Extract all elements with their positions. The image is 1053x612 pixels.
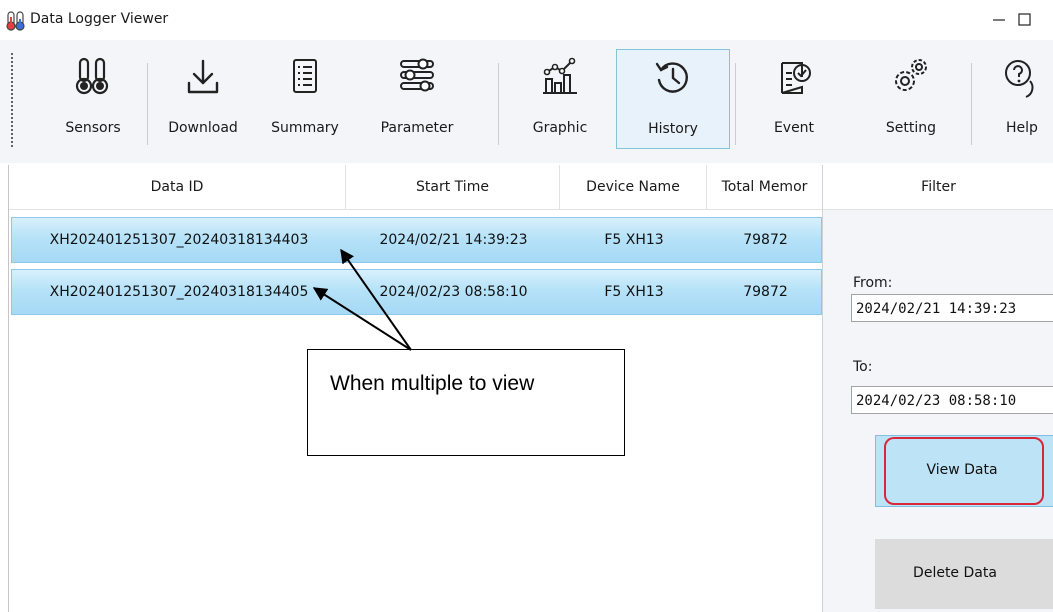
title-bar: Data Logger Viewer [0,0,1053,40]
table-row[interactable]: XH202401251307_20240318134405 2024/02/23… [11,269,822,315]
window-title: Data Logger Viewer [30,11,169,27]
grid-header: Data ID Start Time Device Name Total Mem… [9,165,822,210]
download-button[interactable]: Download [154,49,252,149]
annotation-callout: When multiple to view [307,349,625,456]
maximize-icon [1018,13,1031,26]
graphic-label: Graphic [532,120,588,136]
help-icon [1005,60,1034,98]
delete-data-label: Delete Data [913,565,997,581]
filter-panel: Filter From: 2024/02/21 14:39:23 To: 202… [822,165,1053,612]
toolbar-separator [971,63,972,145]
to-label: To: [853,359,873,375]
column-header-start-time[interactable]: Start Time [346,165,559,209]
cell-start-time: 2024/02/21 14:39:23 [379,232,528,248]
toolbar-separator [735,63,736,145]
view-data-label: View Data [926,462,998,478]
sensors-button[interactable]: Sensors [40,49,146,149]
filter-title: Filter [823,165,1053,210]
column-header-data-id[interactable]: Data ID [9,165,345,209]
history-label: History [648,121,698,137]
toolbar-separator [498,63,499,145]
annotation-text: When multiple to view [330,372,535,395]
cell-device-name: F5 XH13 [604,284,664,300]
cell-data-id: XH202401251307_20240318134403 [49,232,309,248]
event-label: Event [773,120,815,136]
event-check-icon [781,62,811,94]
parameter-button[interactable]: Parameter [362,49,472,149]
maximize-button[interactable] [1018,4,1053,34]
sliders-icon [400,58,434,92]
sensors-label: Sensors [65,120,121,136]
from-date-field[interactable]: 2024/02/21 14:39:23 [851,294,1053,322]
gears-icon [895,59,927,91]
cell-total-memory: 79872 [743,284,788,300]
toolbar-divider [0,153,1053,163]
graphic-button[interactable]: Graphic [508,49,612,149]
chart-icon [543,57,577,94]
history-button[interactable]: History [616,49,730,149]
to-date-field[interactable]: 2024/02/23 08:58:10 [851,386,1053,414]
toolbar-grip[interactable] [10,52,14,147]
delete-data-button[interactable]: Delete Data [875,539,1053,609]
from-label: From: [853,275,893,291]
event-button[interactable]: Event [740,49,848,149]
download-icon [187,59,219,94]
column-header-total-memory[interactable]: Total Memor [707,165,822,209]
thermometers-icon [75,57,109,95]
summary-label: Summary [271,120,339,136]
toolbar-separator [147,63,148,145]
summary-list-icon [293,59,317,93]
cell-total-memory: 79872 [743,232,788,248]
summary-button[interactable]: Summary [256,49,354,149]
setting-label: Setting [885,120,937,136]
history-icon [655,62,688,93]
cell-start-time: 2024/02/23 08:58:10 [379,284,528,300]
column-header-device-name[interactable]: Device Name [560,165,706,209]
setting-button[interactable]: Setting [856,49,966,149]
view-data-button[interactable]: View Data [875,435,1053,507]
download-label: Download [168,120,238,136]
help-button[interactable]: Help [982,49,1053,149]
cell-data-id: XH202401251307_20240318134405 [49,284,309,300]
table-row[interactable]: XH202401251307_20240318134403 2024/02/21… [11,217,822,263]
thermometer-app-icon [6,11,25,31]
parameter-label: Parameter [380,120,454,136]
cell-device-name: F5 XH13 [604,232,664,248]
help-label: Help [1006,120,1038,136]
